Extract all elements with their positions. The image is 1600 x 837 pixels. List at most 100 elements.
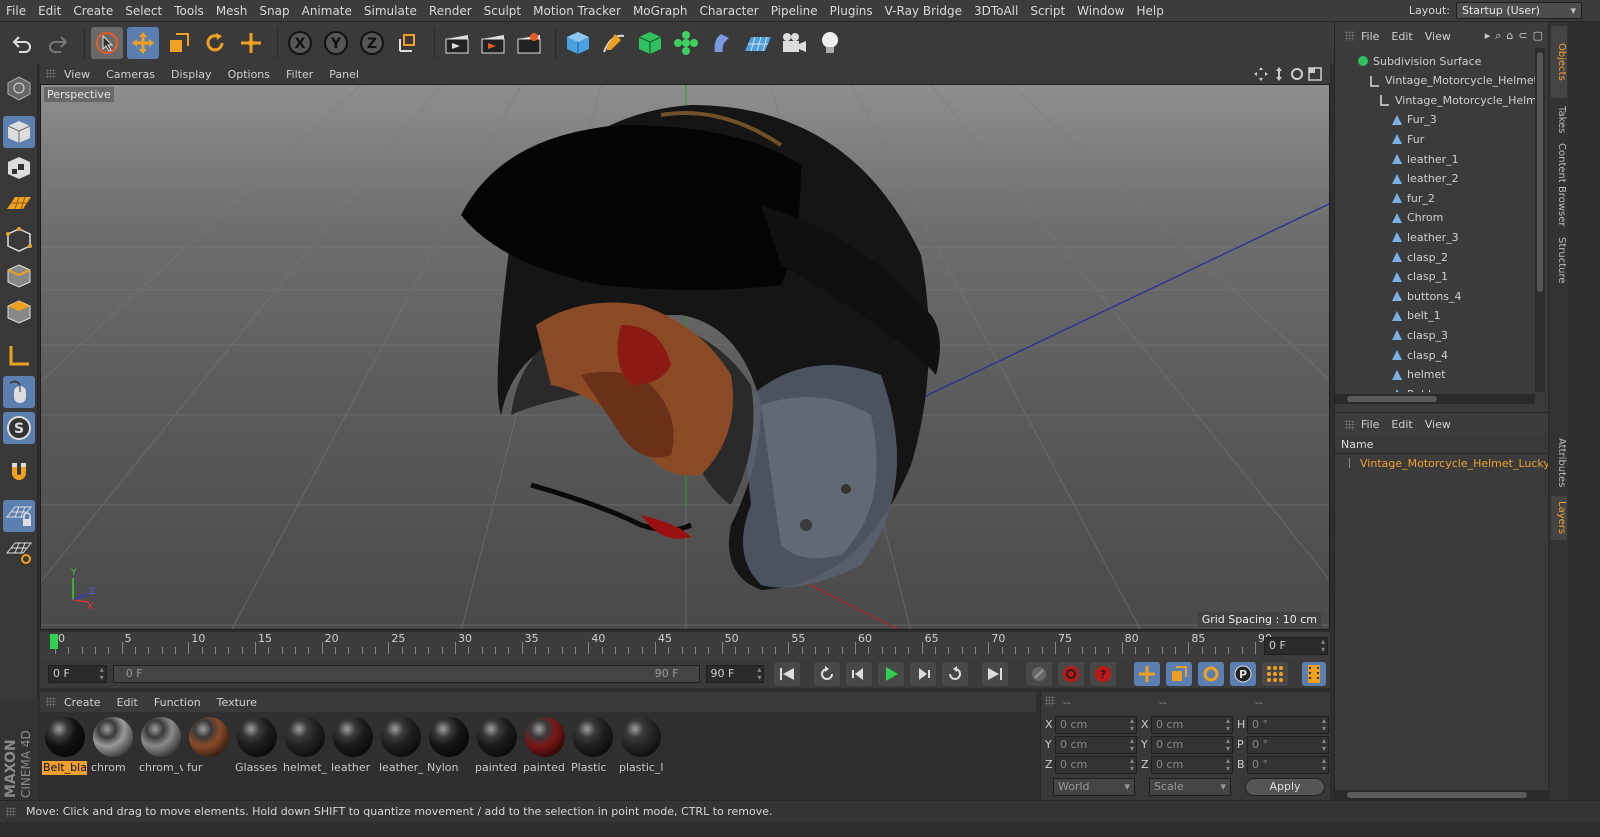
material-menu-texture[interactable]: Texture (209, 696, 265, 709)
key-parameter-button[interactable]: P (1230, 662, 1257, 686)
menu-animate[interactable]: Animate (296, 0, 358, 22)
layers-menu-view[interactable]: View (1419, 418, 1457, 431)
object-tree-item[interactable]: Subdivision Surface (1357, 52, 1481, 70)
coord-value-field[interactable]: 0 cm ▴ ▾ (1055, 756, 1137, 774)
key-rotation-button[interactable] (1198, 662, 1225, 686)
object-tree-item[interactable]: Rubber (1391, 385, 1446, 392)
material-swatch[interactable]: leather_ (378, 715, 423, 774)
vscroll-thumb[interactable] (1537, 52, 1543, 292)
viewport-camera-label[interactable]: Perspective (44, 87, 114, 102)
z-axis-button[interactable]: Z (356, 27, 388, 59)
record-active-objects-button[interactable] (1058, 662, 1085, 686)
menu-simulate[interactable]: Simulate (358, 0, 423, 22)
object-tree-item[interactable]: Fur_3 (1391, 111, 1437, 129)
menu-motion-tracker[interactable]: Motion Tracker (527, 0, 627, 22)
workplane-mode-button[interactable] (3, 188, 35, 220)
expand-arrow-icon[interactable]: ▸ (1485, 29, 1491, 43)
undo-button[interactable] (6, 27, 38, 59)
object-tree-item[interactable]: leather_1 (1391, 150, 1459, 168)
object-tree-item[interactable]: leather_2 (1391, 170, 1459, 188)
objects-menu-view[interactable]: View (1419, 30, 1457, 43)
menu-snap[interactable]: Snap (253, 0, 295, 22)
viewport-menu-panel[interactable]: Panel (321, 68, 367, 81)
object-tree-item[interactable]: Vintage_Motorcycle_Helmet_L (1369, 72, 1535, 90)
tab-content-browser[interactable]: Content Browser (1551, 142, 1567, 228)
viewport-menu-view[interactable]: View (56, 68, 98, 81)
playhead-marker[interactable] (50, 634, 58, 649)
menu-script[interactable]: Script (1024, 0, 1071, 22)
menu-vray-bridge[interactable]: V-Ray Bridge (879, 0, 968, 22)
go-to-start-button[interactable] (774, 662, 801, 686)
material-menu-function[interactable]: Function (146, 696, 209, 709)
subdivision-surface-button[interactable] (634, 27, 666, 59)
coord-value-field[interactable]: 0 ° ▴ ▾ (1247, 716, 1329, 734)
panel-grip[interactable] (1345, 419, 1355, 430)
panel-grip[interactable] (1345, 31, 1355, 41)
coord-value-field[interactable]: 0 cm ▴ ▾ (1055, 716, 1137, 734)
menu-sculpt[interactable]: Sculpt (478, 0, 527, 22)
layout-dropdown[interactable]: Startup (User) (1456, 2, 1582, 19)
rotate-view-icon[interactable] (1290, 67, 1304, 81)
object-tree-item[interactable]: helmet (1391, 366, 1446, 384)
texture-mode-button[interactable] (3, 152, 35, 184)
home-icon[interactable]: ⌂ (1506, 29, 1513, 43)
enable-axis-button[interactable] (3, 340, 35, 372)
size-mode-dropdown[interactable]: Scale ▾ (1149, 778, 1231, 796)
coordinate-system-dropdown[interactable]: World ▾ (1053, 778, 1135, 796)
deformer-button[interactable] (706, 27, 738, 59)
pen-spline-button[interactable] (598, 27, 630, 59)
next-frame-button[interactable] (910, 662, 937, 686)
tab-layers[interactable]: Layers (1551, 496, 1567, 540)
rotate-tool-button[interactable] (199, 27, 231, 59)
polygons-mode-button[interactable] (3, 296, 35, 328)
play-button[interactable] (878, 662, 905, 686)
redo-button[interactable] (42, 27, 74, 59)
solo-button[interactable]: S (3, 412, 35, 444)
menu-render[interactable]: Render (423, 0, 478, 22)
object-tree-item[interactable]: clasp_4 (1391, 346, 1448, 364)
render-view-button[interactable] (441, 27, 473, 59)
object-tree-item[interactable]: fur_2 (1391, 189, 1435, 207)
timeline-window-button[interactable] (1302, 662, 1327, 686)
transform-tool-button[interactable] (235, 27, 267, 59)
object-tree-item[interactable]: Fur (1391, 130, 1424, 148)
viewport-menu-filter[interactable]: Filter (278, 68, 321, 81)
coord-value-field[interactable]: 0 cm ▴ ▾ (1055, 736, 1137, 754)
object-tree-item[interactable]: clasp_2 (1391, 248, 1448, 266)
object-tree-vscroll[interactable] (1535, 48, 1545, 392)
timeline-ruler[interactable]: 051015202530354045505560657075808590 0 F… (40, 632, 1330, 660)
maximize-view-icon[interactable] (1308, 67, 1322, 81)
menu-3dtoall[interactable]: 3DToAll (968, 0, 1024, 22)
search-icon[interactable]: ⌕ (1495, 29, 1501, 43)
lock-workplane-button[interactable] (3, 500, 35, 532)
material-swatch[interactable]: helmet_ (282, 715, 327, 774)
helmet-model[interactable] (461, 105, 940, 590)
panel-grip[interactable] (1045, 696, 1055, 706)
edges-mode-button[interactable] (3, 260, 35, 292)
previous-keyframe-button[interactable] (814, 662, 841, 686)
layer-name[interactable]: Vintage_Motorcycle_Helmet_Lucky (1360, 457, 1550, 470)
pan-view-icon[interactable] (1254, 67, 1268, 81)
make-editable-button[interactable] (3, 72, 35, 104)
viewport-menu-cameras[interactable]: Cameras (98, 68, 163, 81)
motion-record-button[interactable] (1026, 662, 1053, 686)
key-position-button[interactable] (1134, 662, 1161, 686)
menu-edit[interactable]: Edit (32, 0, 67, 22)
menu-character[interactable]: Character (693, 0, 764, 22)
end-frame-field[interactable]: 90 F ▴ ▾ (705, 665, 765, 683)
material-swatch[interactable]: painted (522, 715, 567, 774)
render-picture-viewer-button[interactable] (477, 27, 509, 59)
render-settings-button[interactable] (513, 27, 545, 59)
points-mode-button[interactable] (3, 224, 35, 256)
objects-menu-file[interactable]: File (1355, 30, 1385, 43)
zoom-view-icon[interactable] (1272, 67, 1286, 81)
material-swatch[interactable]: Plastic (570, 715, 615, 774)
menu-mesh[interactable]: Mesh (210, 0, 254, 22)
object-tree-hscroll[interactable] (1335, 394, 1535, 404)
coord-value-field[interactable]: 0 cm ▴ ▾ (1151, 756, 1233, 774)
floor-button[interactable] (742, 27, 774, 59)
material-menu-create[interactable]: Create (56, 696, 109, 709)
material-swatch[interactable]: painted (474, 715, 519, 774)
object-tree-item[interactable]: belt_1 (1391, 307, 1441, 325)
material-swatch[interactable]: leather (330, 715, 375, 774)
